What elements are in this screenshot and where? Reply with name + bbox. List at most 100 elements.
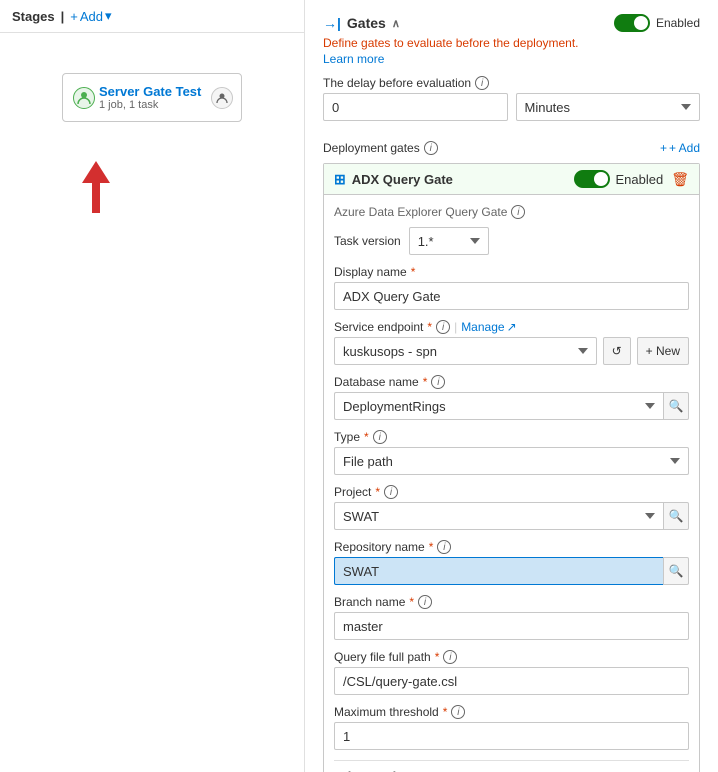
- repo-name-row: Repository name * i SWAT 🔍: [334, 540, 689, 585]
- advanced-section[interactable]: Advanced ∨: [334, 760, 689, 772]
- chevron-up-icon[interactable]: ∧: [392, 17, 400, 30]
- gates-toggle[interactable]: Enabled: [614, 14, 700, 32]
- manage-link[interactable]: Manage ↗: [461, 320, 516, 334]
- project-row: Project * i SWAT 🔍: [334, 485, 689, 530]
- database-info-icon[interactable]: i: [431, 375, 445, 389]
- chevron-down-icon: ▾: [105, 8, 112, 24]
- max-threshold-label: Maximum threshold * i: [334, 705, 689, 719]
- plus-icon: +: [70, 9, 78, 24]
- stage-status-icon: [73, 87, 95, 109]
- stage-node[interactable]: Server Gate Test 1 job, 1 task: [62, 73, 242, 122]
- gate-card: ⊞ ADX Query Gate Enabled 🗑 Azure Data Ex…: [323, 163, 700, 772]
- gates-header: →| Gates ∧ Enabled: [323, 14, 700, 32]
- type-select[interactable]: File path: [334, 447, 689, 475]
- project-info-icon[interactable]: i: [384, 485, 398, 499]
- enabled-toggle[interactable]: [614, 14, 650, 32]
- database-select[interactable]: DeploymentRings: [334, 392, 663, 420]
- branch-name-input[interactable]: [334, 612, 689, 640]
- deployment-gates-info-icon[interactable]: i: [424, 141, 438, 155]
- database-name-row: Database name * i DeploymentRings 🔍: [334, 375, 689, 420]
- branch-info-icon[interactable]: i: [418, 595, 432, 609]
- project-search-button[interactable]: 🔍: [663, 502, 689, 530]
- delay-unit-select[interactable]: Minutes Hours Days: [516, 93, 701, 121]
- task-version-row: Task version 1.*: [334, 227, 689, 255]
- stages-header: Stages | + Add ▾: [0, 0, 304, 33]
- gates-label: Gates: [347, 15, 386, 31]
- user-circle-icon: [216, 92, 228, 104]
- separator: |: [61, 9, 65, 24]
- database-search-button[interactable]: 🔍: [663, 392, 689, 420]
- repo-select-wrap: SWAT 🔍: [334, 557, 689, 585]
- learn-more-link[interactable]: Learn more: [323, 52, 700, 66]
- query-file-row: Query file full path * i: [334, 650, 689, 695]
- stages-label: Stages: [12, 9, 55, 24]
- gate-toggle-switch[interactable]: [574, 170, 610, 188]
- person-icon: [77, 91, 91, 105]
- gate-enabled-label: Enabled: [616, 172, 664, 187]
- external-link-icon: ↗: [507, 320, 517, 334]
- stage-subtitle: 1 job, 1 task: [99, 99, 229, 111]
- service-endpoint-info[interactable]: i: [436, 320, 450, 334]
- project-label: Project * i: [334, 485, 689, 499]
- new-service-button[interactable]: + New: [637, 337, 689, 365]
- right-panel: →| Gates ∧ Enabled Define gates to evalu…: [305, 0, 718, 772]
- repo-name-select[interactable]: SWAT: [334, 557, 663, 585]
- max-threshold-info-icon[interactable]: i: [451, 705, 465, 719]
- add-button[interactable]: + Add ▾: [70, 8, 111, 24]
- task-version-label: Task version: [334, 234, 401, 248]
- gate-card-title: ⊞ ADX Query Gate: [334, 171, 453, 188]
- service-endpoint-label: Service endpoint * i | Manage ↗: [334, 320, 689, 334]
- query-file-info-icon[interactable]: i: [443, 650, 457, 664]
- gate-enabled-toggle[interactable]: Enabled: [574, 170, 664, 188]
- gates-desc: Define gates to evaluate before the depl…: [323, 36, 700, 50]
- gate-card-name: ADX Query Gate: [352, 172, 453, 187]
- plus-icon: +: [660, 141, 667, 155]
- stage-canvas: Server Gate Test 1 job, 1 task: [0, 33, 304, 772]
- stage-title: Server Gate Test: [99, 84, 229, 99]
- delay-label: The delay before evaluation i: [323, 76, 700, 90]
- gate-arrow-icon: →|: [323, 15, 341, 31]
- delay-row: The delay before evaluation i Minutes Ho…: [323, 76, 700, 131]
- gates-title: →| Gates ∧: [323, 15, 400, 31]
- gate-card-header: ⊞ ADX Query Gate Enabled 🗑: [324, 164, 699, 195]
- enabled-toggle-label: Enabled: [656, 16, 700, 30]
- add-label: Add: [80, 9, 103, 24]
- delay-input[interactable]: [323, 93, 508, 121]
- stage-user-icon: [211, 87, 233, 109]
- max-threshold-input[interactable]: [334, 722, 689, 750]
- repo-name-label: Repository name * i: [334, 540, 689, 554]
- delay-info-icon[interactable]: i: [475, 76, 489, 90]
- delay-inputs: Minutes Hours Days: [323, 93, 700, 121]
- max-threshold-row: Maximum threshold * i: [334, 705, 689, 750]
- query-file-label: Query file full path * i: [334, 650, 689, 664]
- branch-name-row: Branch name * i: [334, 595, 689, 640]
- gate-subtitle-info[interactable]: i: [511, 205, 525, 219]
- service-select-wrap: kuskusops - spn: [334, 337, 597, 365]
- database-name-label: Database name * i: [334, 375, 689, 389]
- gate-card-actions: Enabled 🗑: [574, 170, 690, 188]
- service-endpoint-select[interactable]: kuskusops - spn: [334, 337, 597, 365]
- project-select[interactable]: SWAT: [334, 502, 663, 530]
- task-version-select[interactable]: 1.*: [409, 227, 489, 255]
- project-select-wrap: SWAT 🔍: [334, 502, 689, 530]
- deployment-gates-header: Deployment gates i + + Add: [323, 141, 700, 155]
- type-label: Type * i: [334, 430, 689, 444]
- gate-subtitle: Azure Data Explorer Query Gate i: [334, 205, 689, 219]
- display-name-input[interactable]: [334, 282, 689, 310]
- branch-name-label: Branch name * i: [334, 595, 689, 609]
- delete-gate-icon[interactable]: 🗑: [671, 171, 689, 188]
- display-name-row: Display name *: [334, 265, 689, 310]
- service-endpoint-row: Service endpoint * i | Manage ↗ kuskusop…: [334, 320, 689, 365]
- type-row: Type * i File path: [334, 430, 689, 475]
- deployment-gates-label: Deployment gates i: [323, 141, 438, 155]
- display-name-required: *: [411, 265, 416, 279]
- refresh-button[interactable]: ↺: [603, 337, 631, 365]
- repo-info-icon[interactable]: i: [437, 540, 451, 554]
- repo-search-button[interactable]: 🔍: [663, 557, 689, 585]
- arrow-indicator: [82, 161, 110, 213]
- adx-gate-icon: ⊞: [334, 171, 346, 188]
- gate-card-body: Azure Data Explorer Query Gate i Task ve…: [324, 195, 699, 772]
- query-file-input[interactable]: [334, 667, 689, 695]
- type-info-icon[interactable]: i: [373, 430, 387, 444]
- add-gate-button[interactable]: + + Add: [660, 141, 700, 155]
